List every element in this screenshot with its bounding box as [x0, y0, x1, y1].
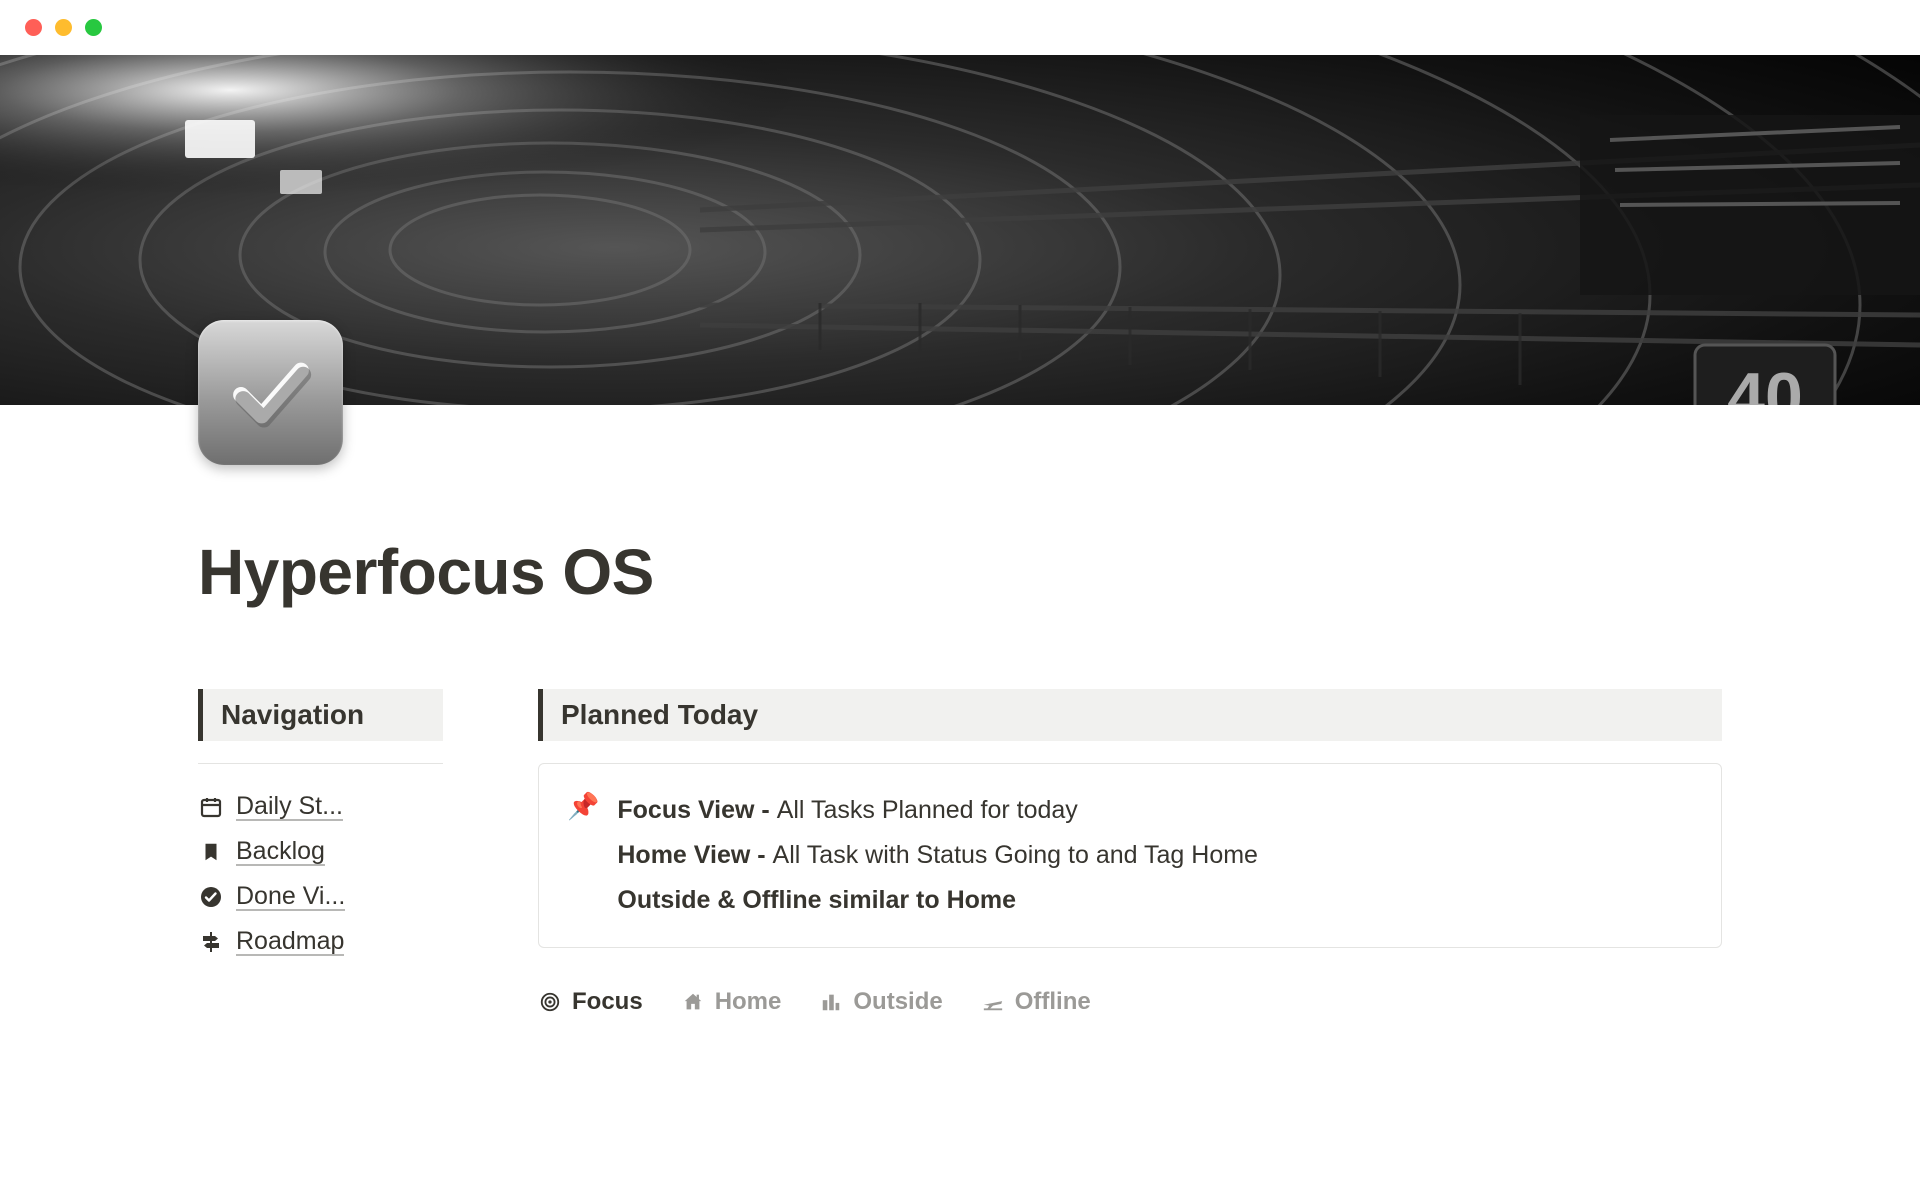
tab-label: Offline [1015, 988, 1091, 1016]
callout-line: Home View - All Task with Status Going t… [617, 833, 1258, 878]
view-tabs: Focus Home Outside [538, 988, 1722, 1016]
nav-item-label: Backlog [236, 837, 325, 866]
tab-label: Outside [853, 988, 942, 1016]
tab-offline[interactable]: Offline [981, 988, 1091, 1016]
navigation-heading-text: Navigation [221, 699, 425, 731]
tab-focus[interactable]: Focus [538, 988, 643, 1016]
window-close-button[interactable] [25, 19, 42, 36]
check-circle-icon [198, 884, 224, 910]
planned-today-heading: Planned Today [538, 689, 1722, 741]
navigation-divider [198, 763, 443, 764]
navigation-heading: Navigation [198, 689, 443, 741]
page-title[interactable]: Hyperfocus OS [198, 535, 1722, 609]
airplane-icon [981, 990, 1005, 1014]
tab-outside[interactable]: Outside [819, 988, 942, 1016]
page-icon[interactable] [198, 320, 343, 465]
nav-item-label: Daily St... [236, 792, 343, 821]
nav-item-done-view[interactable]: Done Vi... [198, 874, 443, 919]
tab-label: Focus [572, 988, 643, 1016]
nav-item-backlog[interactable]: Backlog [198, 829, 443, 874]
signpost-icon [198, 929, 224, 955]
target-icon [538, 990, 562, 1014]
callout-body: Focus View - All Tasks Planned for today… [617, 788, 1258, 923]
planned-today-heading-text: Planned Today [561, 699, 1704, 731]
checkmark-icon [226, 348, 316, 438]
window-maximize-button[interactable] [85, 19, 102, 36]
bookmark-icon [198, 839, 224, 865]
cover-sign-text: 40 [1727, 359, 1803, 405]
planned-today-callout[interactable]: 📌 Focus View - All Tasks Planned for tod… [538, 763, 1722, 948]
nav-item-label: Roadmap [236, 927, 344, 956]
tab-home[interactable]: Home [681, 988, 782, 1016]
home-icon [681, 990, 705, 1014]
calendar-icon [198, 794, 224, 820]
nav-item-label: Done Vi... [236, 882, 345, 911]
window-minimize-button[interactable] [55, 19, 72, 36]
nav-item-daily-start[interactable]: Daily St... [198, 784, 443, 829]
building-icon [819, 990, 843, 1014]
nav-item-roadmap[interactable]: Roadmap [198, 919, 443, 964]
pushpin-icon: 📌 [567, 788, 599, 923]
callout-line: Outside & Offline similar to Home [617, 878, 1258, 923]
tab-label: Home [715, 988, 782, 1016]
callout-line: Focus View - All Tasks Planned for today [617, 788, 1258, 833]
window-titlebar [0, 0, 1920, 55]
